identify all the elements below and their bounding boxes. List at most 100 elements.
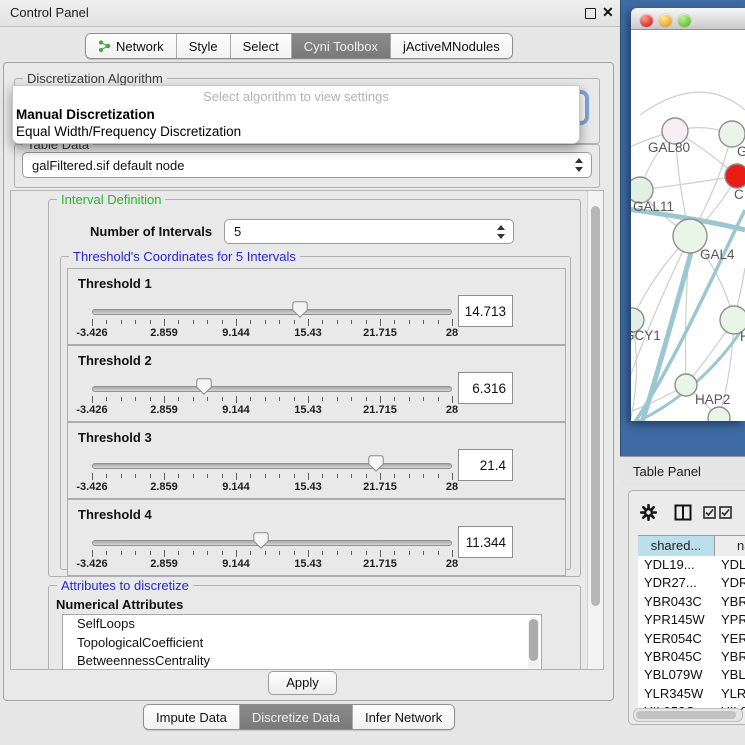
network-node-label: GCY1 — [631, 328, 661, 343]
panel-title: Control Panel — [10, 5, 89, 20]
network-node[interactable] — [725, 164, 745, 188]
tick-label: 2.859 — [150, 404, 178, 416]
close-traffic-light-icon[interactable] — [640, 14, 653, 27]
table-row[interactable]: YBR045CYBR0 — [638, 648, 745, 666]
network-node-label: HAP2 — [695, 392, 730, 407]
tab-cyni-toolbox[interactable]: Cyni Toolbox — [292, 34, 391, 58]
tick-label: 28 — [446, 481, 458, 493]
tab-infer-network[interactable]: Infer Network — [353, 705, 454, 729]
tick-label: 9.144 — [222, 558, 250, 570]
table-data-combobox[interactable]: galFiltered.sif default node — [22, 152, 592, 178]
network-canvas[interactable]: GAL80GACGAL11GAL4GCY1HHAP2 — [631, 30, 745, 421]
table-panel-title: Table Panel — [633, 464, 701, 479]
slider-thumb[interactable] — [292, 301, 308, 318]
threshold-panel: Threshold 3 -3.4262.8599.14415.4321.7152… — [67, 422, 566, 499]
slider-thumb[interactable] — [253, 532, 269, 549]
list-scrollbar[interactable] — [528, 617, 539, 670]
tick-label: 15.43 — [294, 481, 322, 493]
scrollbar-thumb[interactable] — [636, 711, 736, 719]
table-horizontal-scrollbar[interactable] — [633, 708, 743, 722]
table-cell: YER0 — [715, 630, 745, 648]
zoom-traffic-light-icon[interactable] — [678, 14, 691, 27]
threshold-value-field[interactable]: 14.713 — [458, 295, 513, 327]
threshold-value-field[interactable]: 11.344 — [458, 526, 513, 558]
table-row[interactable]: YBL079WYBL0 — [638, 666, 745, 684]
table-row[interactable]: YPR145WYPR1 — [638, 611, 745, 629]
tab-label: Discretize Data — [252, 710, 340, 725]
table-cell: YBL079W — [638, 666, 715, 684]
tab-label: Network — [116, 39, 164, 54]
slider-track[interactable] — [92, 540, 452, 546]
interval-group-title: Interval Definition — [57, 192, 165, 207]
split-columns-icon[interactable] — [674, 504, 692, 521]
slider-track[interactable] — [92, 463, 452, 469]
tab-discretize-data[interactable]: Discretize Data — [240, 705, 353, 729]
threshold-value-field[interactable]: 21.4 — [458, 449, 513, 481]
checkbox-icon[interactable] — [719, 506, 732, 519]
network-node[interactable] — [675, 374, 697, 396]
tab-impute-data[interactable]: Impute Data — [144, 705, 240, 729]
close-icon[interactable]: ✕ — [602, 4, 614, 21]
table-row[interactable]: YER054CYER0 — [638, 630, 745, 648]
numerical-attributes-label: Numerical Attributes — [56, 597, 183, 612]
minimize-traffic-light-icon[interactable] — [659, 14, 672, 27]
dropdown-hint: Select algorithm to view settings — [13, 89, 579, 104]
slider-track[interactable] — [92, 309, 452, 315]
column-header-name[interactable]: na — [715, 536, 745, 557]
table-cell: YBR045C — [638, 648, 715, 666]
tab-select[interactable]: Select — [231, 34, 292, 58]
tick-label: 28 — [446, 404, 458, 416]
gear-icon[interactable] — [640, 504, 657, 521]
tick-label: 21.715 — [363, 404, 397, 416]
numerical-attributes-list: SelfLoops TopologicalCoefficient Between… — [62, 614, 542, 670]
scrollbar-thumb[interactable] — [529, 619, 538, 661]
table-row[interactable]: YDL19...YDL1 — [638, 556, 745, 574]
tab-network[interactable]: Network — [86, 34, 177, 58]
stepper-icon — [497, 225, 506, 239]
table-cell: YDL1 — [715, 556, 745, 574]
table-panel-titlebar: Table Panel — [620, 456, 745, 485]
tab-jactivemnodules[interactable]: jActiveMNodules — [391, 34, 512, 58]
column-header-shared-name[interactable]: shared... — [638, 536, 715, 557]
tick-label: 15.43 — [294, 558, 322, 570]
apply-button[interactable]: Apply — [268, 671, 337, 695]
network-window-titlebar[interactable] — [631, 8, 745, 30]
table-cell: YPR145W — [638, 611, 715, 629]
network-node-label: GA — [737, 144, 745, 159]
list-item[interactable]: TopologicalCoefficient — [63, 634, 541, 653]
checkbox-icon[interactable] — [703, 506, 716, 519]
tab-style[interactable]: Style — [177, 34, 231, 58]
attributes-group-title: Attributes to discretize — [57, 578, 193, 593]
table-cell: YDR2 — [715, 574, 745, 592]
dropdown-option-equal-width[interactable]: Equal Width/Frequency Discretization — [16, 124, 241, 139]
tick-label: 9.144 — [222, 327, 250, 339]
dropdown-option-manual[interactable]: Manual Discretization — [16, 107, 155, 122]
list-item[interactable]: BetweennessCentrality — [63, 652, 541, 670]
list-item[interactable]: SelfLoops — [63, 615, 541, 634]
threshold-value-field[interactable]: 6.316 — [458, 372, 513, 404]
slider-ticks — [92, 319, 452, 327]
slider-ticks — [92, 473, 452, 481]
tick-label: 28 — [446, 558, 458, 570]
scrollbar-thumb[interactable] — [591, 206, 600, 606]
slider-track[interactable] — [92, 386, 452, 392]
network-node-label: GAL4 — [700, 247, 735, 262]
num-intervals-combobox[interactable]: 5 — [224, 219, 514, 244]
tab-label: Select — [243, 39, 279, 54]
slider-tick-labels: -3.4262.8599.14415.4321.71528 — [92, 558, 452, 571]
slider-thumb[interactable] — [368, 455, 384, 472]
slider-thumb[interactable] — [196, 378, 212, 395]
tick-label: -3.426 — [76, 404, 107, 416]
float-window-icon[interactable] — [585, 8, 596, 19]
table-row[interactable]: YDR27...YDR2 — [638, 574, 745, 592]
threshold-label: Threshold 4 — [78, 507, 152, 522]
table-cell: YDL19... — [638, 556, 715, 574]
tick-label: 9.144 — [222, 404, 250, 416]
interval-definition-group: Interval Definition Number of Intervals … — [48, 199, 581, 577]
table-row[interactable]: YBR043CYBR0 — [638, 593, 745, 611]
vertical-scrollbar[interactable] — [587, 191, 603, 669]
table-row[interactable]: YLR345WYLR3 — [638, 685, 745, 703]
num-intervals-value: 5 — [234, 224, 241, 239]
tab-label: Cyni Toolbox — [304, 39, 378, 54]
table-cell: YER054C — [638, 630, 715, 648]
